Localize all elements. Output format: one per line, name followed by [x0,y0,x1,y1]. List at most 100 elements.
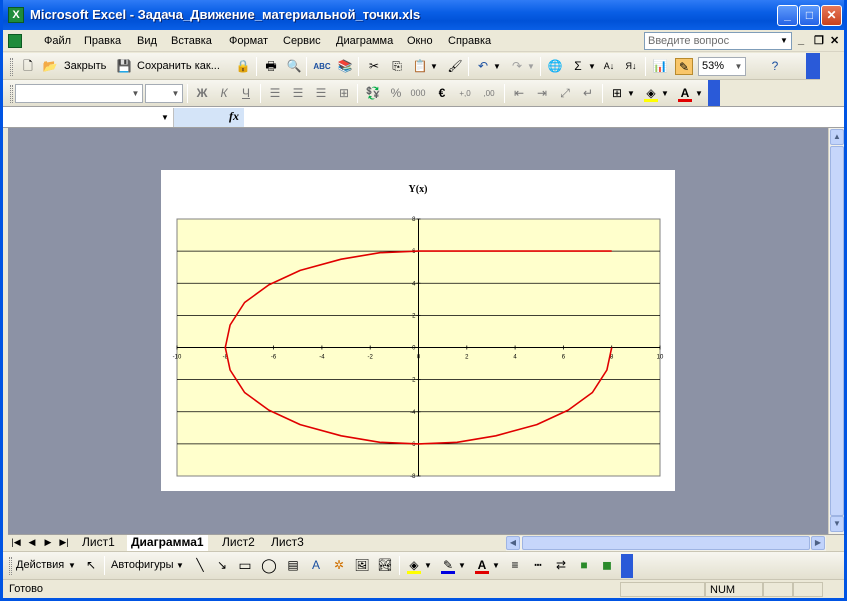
scroll-down-icon[interactable]: ▼ [830,516,844,532]
euro-button[interactable]: € [433,85,451,102]
workbook-icon[interactable] [8,34,22,48]
underline-button[interactable]: Ч [237,85,255,102]
print-preview-icon[interactable]: 🔍 [285,58,303,75]
sort-descending-icon[interactable]: Я↓ [622,58,640,75]
mdi-close-button[interactable]: ✕ [830,34,839,47]
increase-indent-icon[interactable]: ⇥ [533,85,551,102]
zoom-select[interactable]: 53% ▼ [698,57,746,76]
save-as-button[interactable]: Сохранить как... [137,60,220,72]
drawing-toggle-icon[interactable]: ✎ [675,58,693,75]
mdi-restore-button[interactable]: ❐ [814,34,824,47]
align-center-icon[interactable]: ☰ [289,85,307,102]
toolbar-grip[interactable] [10,85,13,103]
print-icon[interactable]: 🖶 [262,58,280,75]
first-sheet-icon[interactable]: |◀ [10,537,22,548]
chevron-down-icon[interactable]: ▼ [694,85,704,102]
toolbar-options-icon[interactable] [806,53,820,79]
sheet-tab-list3[interactable]: Лист3 [267,535,308,552]
rectangle-icon[interactable]: ▭ [236,557,254,574]
dash-style-icon[interactable]: ┅ [529,557,547,574]
decrease-indent-icon[interactable]: ⇤ [510,85,528,102]
chevron-down-icon[interactable]: ▼ [778,33,790,49]
scroll-right-icon[interactable]: ▶ [811,536,825,550]
undo-icon[interactable]: ↶ [474,58,492,75]
minimize-button[interactable]: _ [777,5,798,26]
menu-window[interactable]: Окно [407,35,433,47]
horizontal-scrollbar[interactable]: ◀ ▶ [506,536,826,551]
font-name-select[interactable]: ▼ [15,84,143,103]
excel-app-icon[interactable]: X [8,7,24,23]
toolbar-options-icon[interactable] [708,80,720,106]
ask-question-input[interactable]: Введите вопрос [644,32,792,50]
arrow-icon[interactable]: ↘ [213,557,231,574]
font-color-icon[interactable]: A [473,557,491,574]
percent-button[interactable]: % [387,85,405,102]
prev-sheet-icon[interactable]: ◀ [26,537,38,548]
copy-icon[interactable]: ⎘ [388,58,406,75]
borders-icon[interactable]: ⊞ [608,85,626,102]
menu-insert[interactable]: Вставка [171,35,212,47]
vertical-scrollbar[interactable]: ▲ ▼ [828,128,844,534]
line-icon[interactable]: ╲ [191,557,209,574]
align-left-icon[interactable]: ☰ [266,85,284,102]
bold-button[interactable]: Ж [193,85,211,102]
thousands-button[interactable]: 000 [409,85,427,102]
chevron-down-icon[interactable]: ▼ [67,557,77,574]
last-sheet-icon[interactable]: ▶| [58,537,70,548]
open-folder-icon[interactable]: 📂 [41,58,59,75]
sheet-tab-list2[interactable]: Лист2 [218,535,259,552]
line-color-icon[interactable]: ✎ [439,557,457,574]
arrow-style-icon[interactable]: ⇄ [552,557,570,574]
insert-function-button[interactable]: fx [229,109,239,124]
chart-area[interactable]: Y(x) -10 -8 -6 -4 -2 0 2 4 6 8 10 8 6 4 2 0 -2 -4 -6 -8 [161,170,675,491]
redo-icon[interactable]: ↷ [508,58,526,75]
toolbar-grip[interactable] [9,557,12,575]
select-objects-icon[interactable]: ↖ [82,557,100,574]
maximize-button[interactable]: □ [799,5,820,26]
close-button[interactable]: Закрыть [64,60,106,72]
chevron-down-icon[interactable]: ▼ [491,557,501,574]
new-document-icon[interactable]: 🗋 [19,58,37,75]
chevron-down-icon[interactable]: ▼ [492,58,502,75]
sum-icon[interactable]: Σ [569,58,587,75]
text-direction-icon[interactable]: ⤢ [556,85,574,102]
sort-ascending-icon[interactable]: A↓ [600,58,618,75]
menu-edit[interactable]: Правка [84,35,121,47]
oval-icon[interactable]: ◯ [260,557,278,574]
shadow-style-icon[interactable]: ■ [575,557,593,574]
chevron-down-icon[interactable]: ▼ [526,58,536,75]
menu-tools[interactable]: Сервис [283,35,321,47]
font-size-select[interactable]: ▼ [145,84,183,103]
research-icon[interactable]: 📚 [336,58,354,75]
scroll-thumb[interactable] [830,146,844,516]
cut-icon[interactable]: ✂ [365,58,383,75]
chevron-down-icon[interactable]: ▼ [587,58,597,75]
picture-icon[interactable]: 🏞 [376,557,394,574]
spelling-icon[interactable]: ABC [313,58,331,75]
diagram-icon[interactable]: ✲ [330,557,348,574]
chevron-down-icon[interactable]: ▼ [158,108,172,127]
font-color-icon[interactable]: A [676,85,694,102]
textbox-icon[interactable]: ▤ [284,557,302,574]
format-painter-icon[interactable]: 🖌 [446,58,464,75]
wrap-text-icon[interactable]: ↵ [579,85,597,102]
menu-chart[interactable]: Диаграмма [336,35,393,47]
clipart-icon[interactable]: 🖼 [353,557,371,574]
toolbar-options-icon[interactable] [621,554,633,578]
align-right-icon[interactable]: ☰ [312,85,330,102]
chart-wizard-icon[interactable]: 📊 [651,58,669,75]
wordart-icon[interactable]: A [307,557,325,574]
chevron-down-icon[interactable]: ▼ [660,85,670,102]
chevron-down-icon[interactable]: ▼ [175,557,185,574]
mdi-minimize-button[interactable]: _ [798,34,804,46]
next-sheet-icon[interactable]: ▶ [42,537,54,548]
permission-icon[interactable]: 🔒 [234,58,252,75]
hyperlink-icon[interactable]: 🌐 [546,58,564,75]
chevron-down-icon[interactable]: ▼ [423,557,433,574]
help-icon[interactable]: ? [766,58,784,75]
toolbar-grip[interactable] [10,58,13,76]
close-window-button[interactable]: ✕ [821,5,842,26]
actions-menu-button[interactable]: Действия [16,559,64,571]
scroll-thumb[interactable] [522,536,810,550]
menu-help[interactable]: Справка [448,35,491,47]
